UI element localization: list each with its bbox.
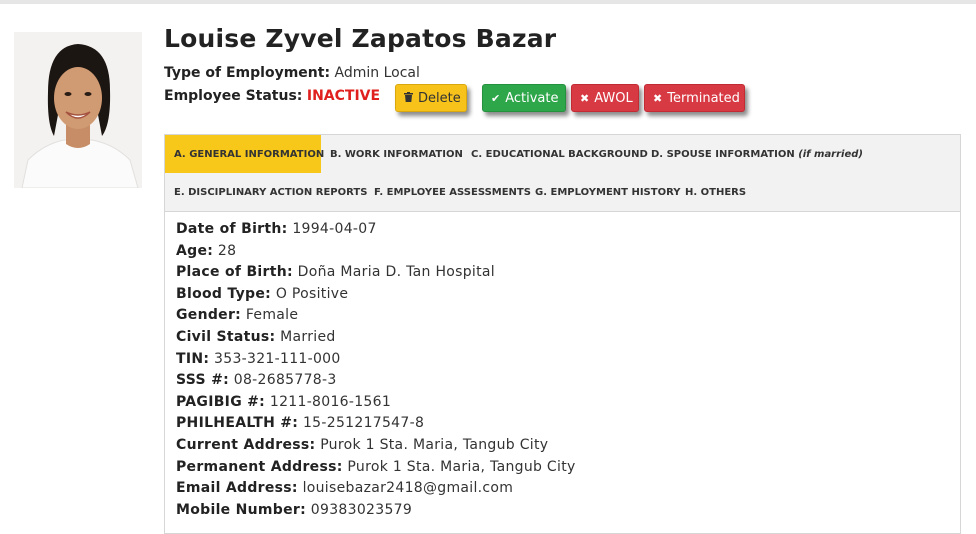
info-value: 353-321-111-000 [214, 350, 341, 367]
info-row-mobile-number: Mobile Number: 09383023579 [176, 500, 576, 522]
info-label: Place of Birth: [176, 264, 293, 281]
info-row-permanent-address: Permanent Address: Purok 1 Sta. Maria, T… [176, 457, 576, 479]
delete-button[interactable]: Delete [395, 84, 467, 112]
info-value: 1994-04-07 [292, 221, 377, 237]
terminated-button[interactable]: ✖ Terminated [644, 84, 745, 112]
info-row-tin: TIN: 353-321-111-000 [176, 349, 576, 371]
info-row-pagibig: PAGIBIG #: 1211-8016-1561 [176, 392, 576, 414]
info-label: TIN: [176, 350, 210, 367]
tab-employment-history[interactable]: G. EMPLOYMENT HISTORY [526, 173, 689, 211]
activate-label: Activate [505, 90, 559, 106]
employee-details-panel: A. GENERAL INFORMATION B. WORK INFORMATI… [164, 134, 961, 534]
info-row-current-address: Current Address: Purok 1 Sta. Maria, Tan… [176, 435, 576, 457]
info-value: 15-251217547-8 [302, 415, 425, 432]
terminated-label: Terminated [667, 90, 740, 106]
employee-status-label: Employee Status: [164, 88, 303, 104]
info-value: O Positive [275, 285, 349, 302]
info-row-civil-status: Civil Status: Married [176, 327, 576, 349]
info-value: Doña Maria D. Tan Hospital [297, 264, 495, 281]
status-badge: INACTIVE [306, 88, 381, 104]
info-row-gender: Gender: Female [176, 305, 576, 327]
tab-work-information[interactable]: B. WORK INFORMATION [321, 135, 472, 173]
info-value: Married [280, 328, 336, 345]
info-label: Mobile Number: [176, 501, 307, 518]
tab-educational-background[interactable]: C. EDUCATIONAL BACKGROUND [462, 135, 657, 173]
info-value: Female [245, 307, 299, 324]
employee-name: Louise Zyvel Zapatos Bazar [164, 24, 557, 53]
general-information-content: Date of Birth: 1994-04-07 Age: 28 Place … [176, 219, 576, 521]
employee-status: Employee Status: INACTIVE [164, 88, 380, 104]
info-row-date-of-birth: Date of Birth: 1994-04-07 [176, 219, 576, 241]
info-label: Blood Type: [176, 285, 272, 302]
awol-button[interactable]: ✖ AWOL [571, 84, 639, 112]
info-row-blood-type: Blood Type: O Positive [176, 284, 576, 306]
check-icon: ✔ [491, 91, 501, 105]
employment-type: Type of Employment: Admin Local [164, 65, 420, 81]
x-icon: ✖ [653, 91, 663, 105]
info-value: 09383023579 [310, 501, 413, 518]
tab-others[interactable]: H. OTHERS [676, 173, 755, 211]
tab-spouse-information[interactable]: D. SPOUSE INFORMATION (if married) [642, 135, 872, 173]
tab-disciplinary-action-reports[interactable]: E. DISCIPLINARY ACTION REPORTS [165, 173, 376, 211]
activate-button[interactable]: ✔ Activate [482, 84, 566, 112]
tab-bar: A. GENERAL INFORMATION B. WORK INFORMATI… [165, 135, 960, 212]
info-label: PHILHEALTH #: [176, 415, 299, 432]
tab-general-information[interactable]: A. GENERAL INFORMATION [165, 135, 324, 173]
info-label: PAGIBIG #: [176, 393, 266, 410]
info-label: Date of Birth: [176, 221, 288, 237]
delete-label: Delete [418, 90, 461, 106]
info-value: 1211-8016-1561 [269, 393, 392, 410]
info-row-sss: SSS #: 08-2685778-3 [176, 370, 576, 392]
info-value: 08-2685778-3 [233, 372, 337, 389]
info-row-place-of-birth: Place of Birth: Doña Maria D. Tan Hospit… [176, 262, 576, 284]
info-value: Purok 1 Sta. Maria, Tangub City [347, 458, 576, 475]
tab-spouse-note: (if married) [798, 148, 863, 160]
info-label: SSS #: [176, 372, 229, 389]
employee-photo [14, 32, 142, 188]
employee-photo-image [14, 32, 142, 188]
awol-label: AWOL [594, 90, 633, 106]
tab-spouse-label: D. SPOUSE INFORMATION [651, 148, 795, 160]
info-value: louisebazar2418@gmail.com [302, 480, 514, 497]
tab-employee-assessments[interactable]: F. EMPLOYEE ASSESSMENTS [365, 173, 540, 211]
trash-icon [404, 91, 413, 105]
info-label: Permanent Address: [176, 458, 343, 475]
info-value: Purok 1 Sta. Maria, Tangub City [320, 436, 549, 453]
x-icon: ✖ [580, 91, 590, 105]
info-label: Gender: [176, 307, 242, 324]
info-value: 28 [217, 242, 237, 259]
info-label: Age: [176, 242, 214, 259]
employment-type-label: Type of Employment: [164, 65, 331, 81]
top-border [0, 0, 976, 4]
employment-type-value: Admin Local [334, 65, 420, 81]
info-label: Civil Status: [176, 328, 276, 345]
info-row-email-address: Email Address: louisebazar2418@gmail.com [176, 478, 576, 500]
info-row-age: Age: 28 [176, 241, 576, 263]
info-row-philhealth: PHILHEALTH #: 15-251217547-8 [176, 413, 576, 435]
info-label: Email Address: [176, 480, 298, 497]
info-label: Current Address: [176, 436, 316, 453]
